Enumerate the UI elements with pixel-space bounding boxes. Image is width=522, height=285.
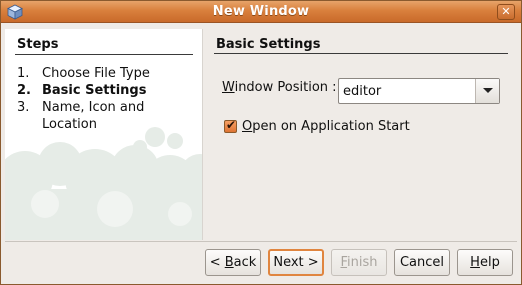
- footer-separator: [5, 241, 517, 242]
- close-button[interactable]: ✕: [497, 4, 515, 20]
- label-text: pen on Application Start: [252, 119, 410, 134]
- step-number: 3.: [17, 100, 30, 115]
- step-number: 2.: [17, 83, 31, 98]
- step-item-name-icon-location: 3. Name, Icon and Location: [17, 99, 162, 133]
- button-text: inish: [347, 255, 378, 270]
- help-button[interactable]: Help: [457, 249, 513, 276]
- button-text: elp: [479, 255, 500, 270]
- label-text: indow Position :: [234, 80, 337, 95]
- checkmark-icon: ✔: [226, 118, 237, 132]
- step-label: Choose File Type: [42, 66, 150, 81]
- button-prefix: <: [209, 255, 225, 270]
- combo-value: editor: [343, 84, 382, 99]
- steps-panel: Steps 1. Choose File Type 2. Basic Setting…: [5, 29, 203, 240]
- step-item-basic-settings: 2. Basic Settings: [17, 82, 182, 99]
- button-text: ack: [233, 255, 257, 270]
- step-label: Name, Icon and Location: [42, 100, 145, 132]
- back-button[interactable]: < Back: [205, 249, 261, 276]
- content-divider: [214, 53, 508, 54]
- step-label: Basic Settings: [42, 83, 147, 98]
- next-button[interactable]: Next >: [268, 249, 324, 276]
- window-position-label: Window Position :: [222, 80, 337, 95]
- step-number: 1.: [17, 66, 30, 81]
- title-bar[interactable]: New Window ✕: [1, 1, 521, 23]
- finish-button[interactable]: Finish: [331, 249, 387, 276]
- cancel-button[interactable]: Cancel: [394, 249, 450, 276]
- dialog-window: New Window ✕ Steps 1. Choose File Type 2…: [0, 0, 522, 285]
- chevron-down-icon: [483, 88, 493, 93]
- steps-heading: Steps: [17, 37, 59, 52]
- window-title: New Window: [212, 4, 310, 19]
- mnemonic: W: [222, 80, 235, 95]
- open-on-start-checkbox[interactable]: ✔: [224, 118, 237, 133]
- close-icon: ✕: [501, 5, 511, 18]
- window-position-combo[interactable]: editor: [338, 78, 500, 104]
- content-heading: Basic Settings: [216, 37, 321, 52]
- decorative-bubbles: [5, 127, 202, 240]
- steps-divider: [15, 54, 193, 55]
- open-on-start-label[interactable]: Open on Application Start: [242, 119, 410, 134]
- mnemonic: H: [470, 255, 480, 270]
- combo-dropdown-button[interactable]: [475, 79, 499, 103]
- mnemonic: B: [224, 255, 234, 270]
- mnemonic: O: [242, 119, 253, 134]
- step-item-choose-file-type: 1. Choose File Type: [17, 65, 182, 82]
